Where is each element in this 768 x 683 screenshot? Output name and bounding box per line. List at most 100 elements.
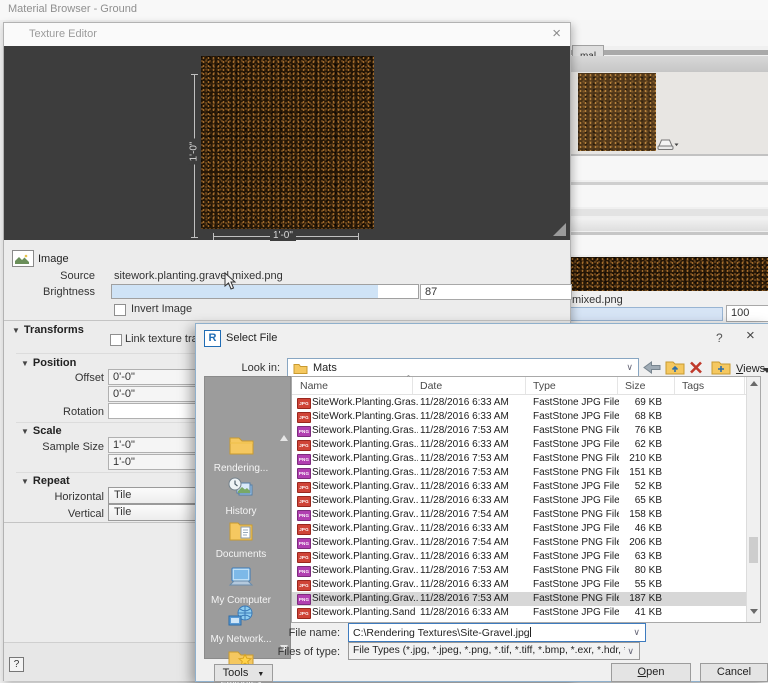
dimension-label-horizontal: 1'-0" xyxy=(270,230,296,241)
scroll-up-icon[interactable] xyxy=(750,381,758,386)
sidebar-item-history[interactable]: History xyxy=(205,476,277,517)
dimension-tick xyxy=(191,237,198,238)
folder-icon xyxy=(293,362,308,377)
table-row[interactable]: PNG Sitework.Planting.Grav... 11/28/2016 7… xyxy=(292,564,746,578)
table-row[interactable]: JPG SiteWork.Planting.Gras... 11/28/2016 6… xyxy=(292,410,746,424)
file-type-icon: JPG xyxy=(297,496,311,507)
table-row[interactable]: PNG Sitework.Planting.Grav... 11/28/2016 7… xyxy=(292,592,746,606)
bg-brightness-slider[interactable] xyxy=(570,307,723,321)
invert-image-checkbox[interactable] xyxy=(114,304,126,316)
repeat-header[interactable]: ▼ Repeat xyxy=(21,475,70,487)
file-size: 80 KB xyxy=(634,565,662,576)
chevron-down-icon[interactable]: ∨ xyxy=(627,646,634,657)
file-list-header[interactable]: ˆ Name Date Type Size Tags xyxy=(292,374,760,395)
position-header[interactable]: ▼ Position xyxy=(21,357,76,369)
column-separator[interactable] xyxy=(617,377,618,394)
sidebar-item-documents[interactable]: Documents xyxy=(205,519,277,560)
scrollbar-thumb[interactable] xyxy=(749,537,758,563)
table-row[interactable]: JPG Sitework.Planting.Grav... 11/28/2016 6… xyxy=(292,494,746,508)
chevron-down-icon[interactable]: ∨ xyxy=(633,627,640,638)
bg-band xyxy=(570,56,768,72)
file-name: Sitework.Planting.Grav... xyxy=(312,509,418,520)
file-size: 206 KB xyxy=(629,537,662,548)
source-value[interactable]: sitework.planting.gravel.mixed.png xyxy=(114,270,283,282)
places-sidebar: Rendering... History Documents My Computer M… xyxy=(204,376,291,683)
transforms-header[interactable]: ▼ Transforms xyxy=(12,324,84,336)
file-type: FastStone JPG File xyxy=(533,551,619,562)
dialog-help-icon[interactable]: ? xyxy=(716,331,723,345)
sidebar-item-rendering[interactable]: Rendering... xyxy=(205,433,277,474)
table-row[interactable]: PNG Sitework.Planting.Gras... 11/28/2016 7… xyxy=(292,466,746,480)
cancel-button[interactable]: Cancel xyxy=(700,663,768,682)
files-of-type-dropdown[interactable]: File Types (*.jpg, *.jpeg, *.png, *.tif,… xyxy=(348,642,640,660)
table-row[interactable]: PNG Sitework.Planting.Grav... 11/28/2016 7… xyxy=(292,536,746,550)
resize-grip-icon[interactable] xyxy=(553,223,566,236)
table-row[interactable]: JPG Sitework.Planting.Grav... 11/28/2016 6… xyxy=(292,480,746,494)
bg-texture-filename: mixed.png xyxy=(572,294,623,306)
brightness-slider[interactable] xyxy=(111,284,419,299)
views-button[interactable]: Views xyxy=(736,363,765,375)
table-row[interactable]: JPG Sitework.Planting.Sand 11/28/2016 6:33… xyxy=(292,606,746,620)
column-header-date[interactable]: Date xyxy=(420,380,442,392)
table-row[interactable]: PNG Sitework.Planting.Gras... 11/28/2016 7… xyxy=(292,424,746,438)
chevron-down-icon[interactable]: ∨ xyxy=(626,362,633,373)
look-in-combobox[interactable]: Mats ∨ xyxy=(287,358,639,378)
bg-brightness-value[interactable]: 100 xyxy=(726,305,768,322)
dialog-close-icon[interactable]: × xyxy=(746,327,755,344)
file-list-scrollbar[interactable] xyxy=(746,377,760,622)
file-type: FastStone JPG File xyxy=(533,439,619,450)
close-icon[interactable]: × xyxy=(552,25,561,42)
table-row[interactable]: PNG Sitework.Planting.Gras... 11/28/2016 7… xyxy=(292,452,746,466)
scroll-up-icon[interactable] xyxy=(280,435,288,441)
brightness-label: Brightness xyxy=(43,286,95,298)
material-thumbnail[interactable] xyxy=(578,73,656,151)
divider xyxy=(4,320,570,321)
column-header-name[interactable]: Name xyxy=(300,380,328,392)
table-row[interactable]: PNG Sitework.Planting.Grav... 11/28/2016 7… xyxy=(292,508,746,522)
views-dropdown-icon[interactable] xyxy=(763,368,768,373)
column-header-type[interactable]: Type xyxy=(533,380,556,392)
image-section-header: Image xyxy=(38,253,69,265)
column-separator[interactable] xyxy=(412,377,413,394)
collapse-arrow-icon: ▼ xyxy=(21,427,29,436)
file-name: Sitework.Planting.Grav... xyxy=(312,523,418,534)
file-date: 11/28/2016 7:54 AM xyxy=(420,537,509,548)
file-name-input[interactable]: C:\Rendering Textures\Site-Gravel.jpg ∨ xyxy=(348,623,646,642)
tools-button[interactable]: Tools ▼ xyxy=(214,664,273,682)
file-type-icon: PNG xyxy=(297,566,311,577)
file-type-icon: PNG xyxy=(297,510,311,521)
file-type: FastStone PNG File xyxy=(533,425,619,436)
file-name: Sitework.Planting.Grav... xyxy=(312,481,418,492)
column-separator[interactable] xyxy=(744,377,745,394)
tools-dropdown-icon: ▼ xyxy=(257,671,265,678)
open-button[interactable]: Open xyxy=(611,663,691,682)
column-separator[interactable] xyxy=(674,377,675,394)
column-header-tags[interactable]: Tags xyxy=(682,380,704,392)
table-row[interactable]: JPG Sitework.Planting.Grav... 11/28/2016 6… xyxy=(292,578,746,592)
table-row[interactable]: JPG Sitework.Planting.Gras... 11/28/2016 6… xyxy=(292,438,746,452)
scroll-down-icon[interactable] xyxy=(750,609,758,614)
table-row[interactable]: JPG Sitework.Planting.Grav... 11/28/2016 6… xyxy=(292,550,746,564)
texture-preview-image[interactable] xyxy=(201,56,374,229)
help-button[interactable]: ? xyxy=(9,657,24,672)
file-date: 11/28/2016 6:33 AM xyxy=(420,607,509,618)
files-of-type-label: Files of type: xyxy=(277,646,340,658)
sidebar-item-label: Documents xyxy=(215,549,267,560)
select-file-dialog: R Select File ? × Look in: Mats ∨ Views … xyxy=(195,323,768,683)
file-type-icon: JPG xyxy=(297,412,311,423)
file-size: 69 KB xyxy=(634,397,662,408)
table-row[interactable]: JPG SiteWork.Planting.Gras... 11/28/2016 6… xyxy=(292,396,746,410)
link-texture-checkbox[interactable] xyxy=(110,334,122,346)
table-row[interactable]: JPG Sitework.Planting.Grav... 11/28/2016 6… xyxy=(292,522,746,536)
file-type-icon: PNG xyxy=(297,594,311,605)
brightness-value[interactable]: 87 xyxy=(420,284,572,300)
column-header-size[interactable]: Size xyxy=(625,380,645,392)
file-date: 11/28/2016 6:33 AM xyxy=(420,439,509,450)
scale-header[interactable]: ▼ Scale xyxy=(21,425,62,437)
bg-band xyxy=(570,20,768,46)
sidebar-item-my-computer[interactable]: My Computer xyxy=(205,565,277,606)
offset-label: Offset xyxy=(74,372,104,384)
column-separator[interactable] xyxy=(525,377,526,394)
sidebar-item-label: Rendering... xyxy=(213,463,269,474)
file-type-icon: PNG xyxy=(297,468,311,479)
